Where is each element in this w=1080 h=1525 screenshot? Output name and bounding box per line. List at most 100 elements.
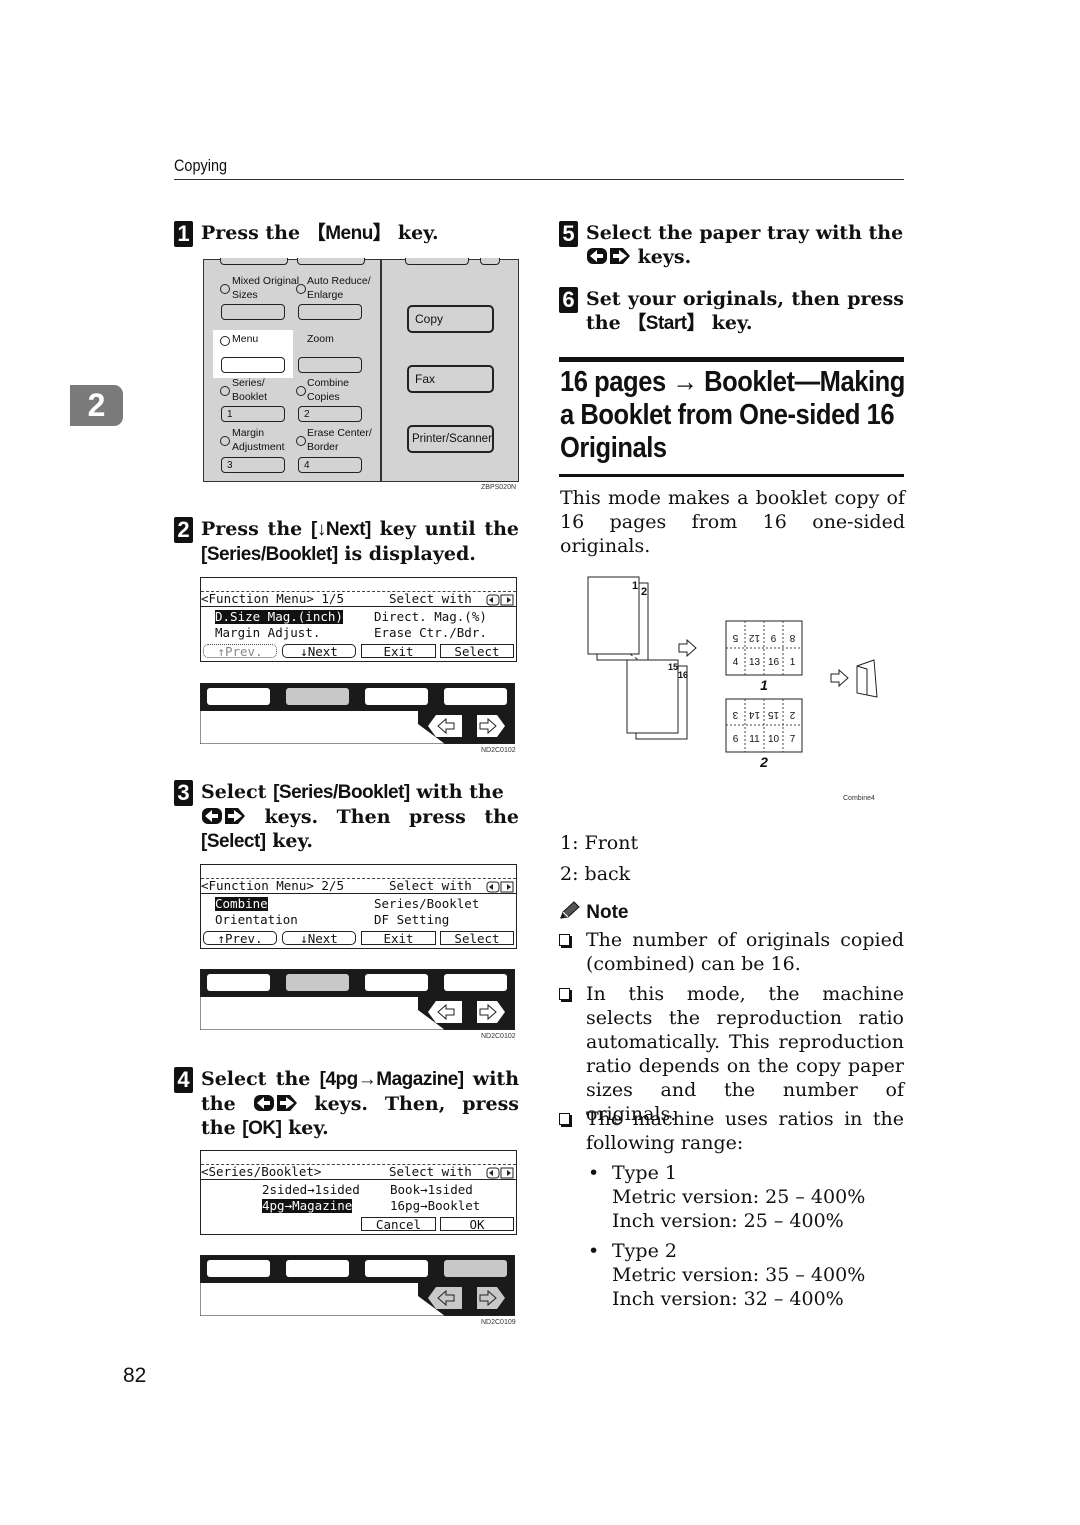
prev-softkey[interactable]: ↑Prev. xyxy=(203,644,277,658)
lcd-item-selected[interactable]: 4pg→Magazine xyxy=(262,1199,353,1213)
lcd-select-with: Select with xyxy=(389,591,472,606)
key-name: 【Start】 xyxy=(627,313,706,334)
panel-label: Margin Adjustment xyxy=(232,427,285,453)
booklet-imposition-diagram: 1 2 15 16 5 12 9 8 4 13 16 1 1 3 14 15 2 6 11 10 7 2 xyxy=(587,576,878,770)
printer-scanner-key[interactable]: Printer/Scanner xyxy=(407,425,494,453)
panel-label: Zoom xyxy=(307,333,334,345)
select-softkey[interactable]: Select xyxy=(440,931,514,945)
step-text: is displayed. xyxy=(337,543,476,565)
imposition-page-number: 8 xyxy=(789,632,795,643)
step-text: with the xyxy=(409,781,504,803)
step-text: key. xyxy=(265,830,313,852)
lcd-item[interactable]: Orientation xyxy=(215,913,298,927)
ok-softkey[interactable]: OK xyxy=(440,1217,514,1231)
note-heading: Note xyxy=(559,901,629,924)
exit-softkey[interactable]: Exit xyxy=(361,931,436,945)
softkey-3 xyxy=(365,974,428,991)
title-rule-bottom xyxy=(559,474,904,477)
fax-key[interactable]: Fax xyxy=(407,365,494,393)
step-text: key. xyxy=(705,312,753,334)
imposition-page-number: 15 xyxy=(768,709,780,720)
exit-softkey[interactable]: Exit xyxy=(361,644,436,658)
softkey-4 xyxy=(444,974,507,991)
lcd-title: <Series/Booklet> xyxy=(201,1164,322,1179)
next-softkey[interactable]: ↓Next xyxy=(282,644,356,658)
lcd-item-selected[interactable]: Combine xyxy=(215,897,268,911)
prev-softkey[interactable]: ↑Prev. xyxy=(203,931,277,945)
key-name: [Series/Booklet] xyxy=(273,782,410,803)
lcd-item[interactable]: 16pg→Booklet xyxy=(390,1199,480,1213)
lcd-select-with: Select with xyxy=(389,1164,472,1179)
lcd-screen-function-menu-2: <Function Menu> 2/5 Select with Combine … xyxy=(200,864,517,949)
menu-key[interactable] xyxy=(221,357,285,373)
panel-label: Series/Booklet xyxy=(232,377,268,403)
imposition-page-number: 14 xyxy=(749,709,761,720)
page-number-label: 1 xyxy=(632,580,638,592)
mixed-original-sizes-key[interactable] xyxy=(221,304,285,320)
page-number-label: 15 xyxy=(668,662,678,672)
softkey-2 xyxy=(286,688,349,705)
imposition-page-number: 2 xyxy=(789,709,795,720)
lcd-item[interactable]: Direct. Mag.(%) xyxy=(374,610,487,624)
indicator-led xyxy=(296,284,306,294)
note-item: In this mode, the machine selects the re… xyxy=(559,982,904,1126)
lcd-item[interactable]: Margin Adjust. xyxy=(215,626,320,640)
lcd-item[interactable]: 2sided→1sided xyxy=(262,1183,360,1197)
key-name: [Select] xyxy=(201,831,266,852)
sheet-label: 2 xyxy=(759,754,768,770)
key-name: [4pg→Magazine] xyxy=(319,1069,464,1090)
softkey-1 xyxy=(207,974,270,991)
lcd-item[interactable]: Book→1sided xyxy=(390,1183,473,1197)
key-name: [OK] xyxy=(242,1118,282,1139)
left-right-arrow-keys-icon xyxy=(486,881,514,893)
lcd-item-selected[interactable]: D.Size Mag.(inch) xyxy=(215,610,343,624)
pencil-icon xyxy=(560,901,580,919)
panel-label: Menu xyxy=(232,333,259,345)
margin-adjustment-key[interactable]: 3 xyxy=(221,457,285,473)
checkbox-bullet-icon xyxy=(559,988,570,1000)
imposition-page-number: 10 xyxy=(768,734,780,745)
step-number: 4 xyxy=(174,1067,193,1093)
softkey-1 xyxy=(207,688,270,705)
step-number: 5 xyxy=(559,221,578,247)
key-name: [↓Next] xyxy=(311,519,371,540)
lcd-item[interactable]: Series/Booklet xyxy=(374,897,479,911)
erase-center-border-key[interactable]: 4 xyxy=(298,457,362,473)
figure-code: ND2C0102 xyxy=(481,1033,516,1040)
selection-key-strip-illustration xyxy=(200,969,515,1030)
section-title-line: a Booklet from One-sided 16 xyxy=(560,399,895,431)
sheet-label: 1 xyxy=(760,677,768,693)
arrow-right-icon xyxy=(678,638,697,658)
panel-label: Auto Reduce/Enlarge xyxy=(307,275,371,301)
control-panel-illustration: Mixed Original Sizes Auto Reduce/Enlarge … xyxy=(203,258,519,482)
lcd-item[interactable]: DF Setting xyxy=(374,913,449,927)
imposition-page-number: 6 xyxy=(733,734,739,745)
select-softkey[interactable]: Select xyxy=(440,644,514,658)
auto-reduce-enlarge-key[interactable] xyxy=(298,304,362,320)
figure-code: Combine4 xyxy=(843,795,875,802)
legend-back: 2: back xyxy=(560,863,631,885)
lcd-item[interactable]: Erase Ctr./Bdr. xyxy=(374,626,487,640)
series-booklet-key[interactable]: 1 xyxy=(221,406,285,422)
step-text: Select the paper tray with the xyxy=(586,222,904,244)
lcd-screen-function-menu-1: <Function Menu> 1/5 Select with D.Size M… xyxy=(200,577,517,662)
imposition-page-number: 9 xyxy=(770,632,776,643)
section-title: 16 pages → Booklet—Making a Booklet from… xyxy=(560,366,905,465)
panel-top-key xyxy=(220,258,288,265)
step-number: 6 xyxy=(559,287,578,313)
zoom-key[interactable] xyxy=(298,357,362,373)
page-number: 82 xyxy=(123,1364,147,1387)
step-text: Press the xyxy=(201,222,307,244)
figure-code: ND2C0102 xyxy=(481,747,516,754)
next-softkey[interactable]: ↓Next xyxy=(282,931,356,945)
copy-key[interactable]: Copy xyxy=(407,305,494,333)
combine-copies-key[interactable]: 2 xyxy=(298,406,362,422)
panel-top-key xyxy=(297,258,365,265)
left-right-arrow-keys-icon xyxy=(486,1167,514,1179)
bullet-icon: • xyxy=(588,1240,600,1262)
step-6: 6 Set your originals, then press the 【St… xyxy=(559,287,904,336)
indicator-led xyxy=(296,436,306,446)
imposition-page-number: 7 xyxy=(790,734,796,745)
cancel-softkey[interactable]: Cancel xyxy=(361,1217,436,1231)
indicator-led xyxy=(220,336,230,346)
